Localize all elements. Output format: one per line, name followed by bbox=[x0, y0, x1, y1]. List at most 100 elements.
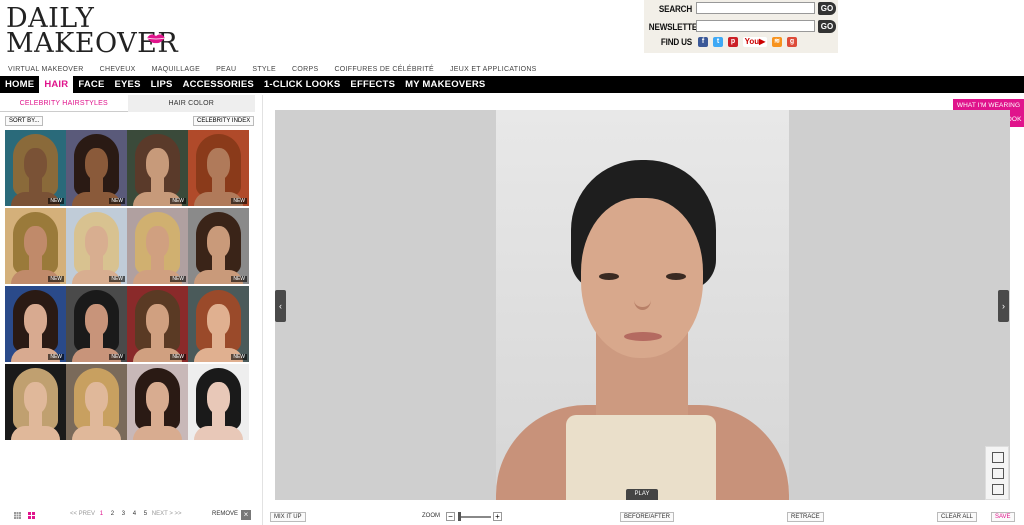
subnav-peau[interactable]: PEAU bbox=[208, 63, 244, 76]
tab-celebrity-hairstyles[interactable]: CELEBRITY HAIRSTYLES bbox=[0, 95, 128, 112]
floppy-icon[interactable] bbox=[992, 484, 1004, 495]
celebrity-thumbnail[interactable]: NEW bbox=[188, 286, 249, 362]
pager-page-1[interactable]: 1 bbox=[100, 511, 103, 517]
find-us-label: FIND US bbox=[660, 37, 692, 47]
pager-prev[interactable]: << PREV bbox=[70, 511, 95, 517]
print-icon[interactable] bbox=[992, 452, 1004, 463]
thumbnail-face bbox=[146, 304, 169, 336]
celebrity-thumbnail[interactable]: NEW bbox=[127, 130, 188, 206]
remove-close-icon[interactable]: × bbox=[241, 510, 251, 520]
prev-photo-arrow[interactable]: ‹ bbox=[275, 290, 286, 322]
celebrity-thumbnail[interactable] bbox=[127, 364, 188, 440]
newsletter-go-button[interactable]: GO bbox=[818, 20, 836, 33]
save-button[interactable]: SAVE bbox=[991, 512, 1015, 522]
zoom-slider-track[interactable] bbox=[458, 516, 491, 518]
rss-icon[interactable]: ≋ bbox=[772, 37, 782, 47]
nav-home[interactable]: HOME bbox=[0, 76, 39, 93]
model-photo bbox=[496, 110, 789, 500]
nav-1-click-looks[interactable]: 1-CLICK LOOKS bbox=[259, 76, 346, 93]
new-badge: NEW bbox=[170, 276, 186, 282]
celebrity-thumbnail[interactable]: NEW bbox=[66, 286, 127, 362]
pager-last[interactable]: >> bbox=[175, 511, 182, 517]
tab-hair-color[interactable]: HAIR COLOR bbox=[127, 95, 255, 112]
subnav-jeux[interactable]: JEUX ET APPLICATIONS bbox=[442, 63, 545, 76]
subnav-cheveux[interactable]: CHEVEUX bbox=[92, 63, 144, 76]
google-plus-icon[interactable]: g bbox=[787, 37, 797, 47]
pager-page-4[interactable]: 4 bbox=[133, 511, 136, 517]
celebrity-thumbnail[interactable] bbox=[66, 364, 127, 440]
search-go-button[interactable]: GO bbox=[818, 2, 836, 15]
hairstyle-panel: CELEBRITY HAIRSTYLES HAIR COLOR SORT BY.… bbox=[0, 95, 262, 525]
play-button[interactable]: PLAY bbox=[626, 489, 658, 500]
new-badge: NEW bbox=[48, 198, 64, 204]
thumbnail-face bbox=[24, 382, 47, 414]
celebrity-thumbnail-grid: NEW NEW NEW NEW NEW NEW NEW NEW NEW NEW NEW NEW bbox=[5, 130, 250, 440]
nav-accessories[interactable]: ACCESSORIES bbox=[178, 76, 259, 93]
thumbnail-face bbox=[146, 382, 169, 414]
twitter-icon[interactable]: t bbox=[713, 37, 723, 47]
clear-all-button[interactable]: CLEAR ALL bbox=[937, 512, 978, 522]
celebrity-thumbnail[interactable] bbox=[188, 364, 249, 440]
nav-face[interactable]: FACE bbox=[73, 76, 109, 93]
before-after-button[interactable]: BEFORE/AFTER bbox=[620, 512, 675, 522]
zoom-slider-handle[interactable] bbox=[458, 512, 461, 521]
pager-page-5[interactable]: 5 bbox=[144, 511, 147, 517]
newsletter-input[interactable] bbox=[696, 20, 815, 32]
zoom-in-button[interactable]: + bbox=[493, 512, 502, 521]
subnav-style[interactable]: STYLE bbox=[244, 63, 284, 76]
remove-label[interactable]: REMOVE bbox=[212, 511, 238, 517]
zoom-label: ZOOM bbox=[422, 513, 440, 519]
celebrity-thumbnail[interactable]: NEW bbox=[188, 130, 249, 206]
pinterest-icon[interactable]: p bbox=[728, 37, 738, 47]
grid-view-large-icon[interactable] bbox=[28, 512, 35, 519]
celebrity-thumbnail[interactable] bbox=[5, 364, 66, 440]
celebrity-thumbnail[interactable]: NEW bbox=[5, 130, 66, 206]
celebrity-index-button[interactable]: CELEBRITY INDEX bbox=[193, 116, 255, 126]
main-navigation: HOME HAIR FACE EYES LIPS ACCESSORIES 1-C… bbox=[0, 76, 1024, 93]
celebrity-thumbnail[interactable]: NEW bbox=[66, 130, 127, 206]
next-photo-arrow[interactable]: › bbox=[998, 290, 1009, 322]
new-badge: NEW bbox=[48, 276, 64, 282]
pager-next[interactable]: NEXT > bbox=[152, 511, 173, 517]
thumbnail-face bbox=[207, 226, 230, 258]
subnav-coiffures[interactable]: COIFFURES DE CÉLÉBRITÉ bbox=[326, 63, 442, 76]
new-badge: NEW bbox=[109, 354, 125, 360]
grid-view-small-icon[interactable] bbox=[14, 512, 21, 519]
zoom-out-button[interactable]: − bbox=[446, 512, 455, 521]
thumbnail-face bbox=[207, 304, 230, 336]
nav-lips[interactable]: LIPS bbox=[146, 76, 178, 93]
search-label: SEARCH bbox=[658, 4, 692, 14]
celebrity-thumbnail[interactable]: NEW bbox=[188, 208, 249, 284]
new-badge: NEW bbox=[170, 354, 186, 360]
pager-page-2[interactable]: 2 bbox=[111, 511, 114, 517]
sub-navigation: VIRTUAL MAKEOVER CHEVEUX MAQUILLAGE PEAU… bbox=[0, 63, 545, 76]
thumbnail-face bbox=[24, 148, 47, 180]
thumbnail-face bbox=[24, 304, 47, 336]
lips-icon bbox=[146, 34, 166, 44]
nav-my-makeovers[interactable]: MY MAKEOVERS bbox=[400, 76, 490, 93]
save-to-disk-icon[interactable] bbox=[992, 468, 1004, 479]
newsletter-row: NEWSLETTER bbox=[644, 20, 703, 34]
subnav-maquillage[interactable]: MAQUILLAGE bbox=[144, 63, 209, 76]
celebrity-thumbnail[interactable]: NEW bbox=[127, 208, 188, 284]
subnav-virtual-makeover[interactable]: VIRTUAL MAKEOVER bbox=[0, 63, 92, 76]
nav-eyes[interactable]: EYES bbox=[109, 76, 145, 93]
search-input[interactable] bbox=[696, 2, 815, 14]
thumbnail-face bbox=[146, 226, 169, 258]
sort-by-button[interactable]: SORT BY... bbox=[5, 116, 44, 126]
nav-hair[interactable]: HAIR bbox=[39, 76, 74, 93]
celebrity-thumbnail[interactable]: NEW bbox=[66, 208, 127, 284]
nav-effects[interactable]: EFFECTS bbox=[345, 76, 400, 93]
mix-it-up-button[interactable]: MIX IT UP bbox=[270, 512, 306, 522]
youtube-icon[interactable]: You▶ bbox=[743, 37, 767, 47]
retrace-button[interactable]: RETRACE bbox=[787, 512, 824, 522]
celebrity-thumbnail[interactable]: NEW bbox=[5, 286, 66, 362]
daily-makeover-logo[interactable]: DAILY MAKEOVER bbox=[6, 5, 178, 57]
new-badge: NEW bbox=[48, 354, 64, 360]
facebook-icon[interactable]: f bbox=[698, 37, 708, 47]
new-badge: NEW bbox=[170, 198, 186, 204]
celebrity-thumbnail[interactable]: NEW bbox=[5, 208, 66, 284]
celebrity-thumbnail[interactable]: NEW bbox=[127, 286, 188, 362]
pager-page-3[interactable]: 3 bbox=[122, 511, 125, 517]
subnav-corps[interactable]: CORPS bbox=[284, 63, 326, 76]
